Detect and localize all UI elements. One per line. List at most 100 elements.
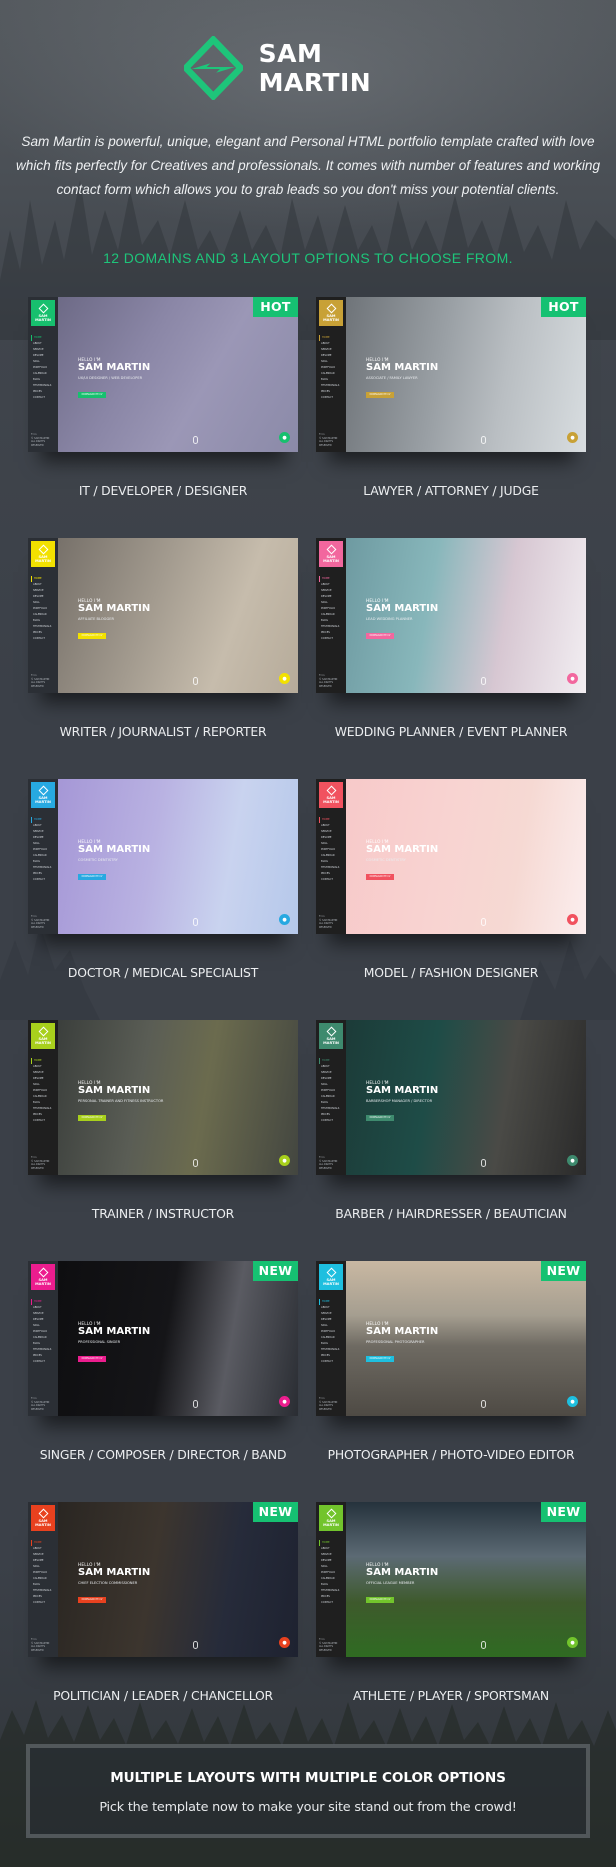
- demo-logo-diamond-icon: [38, 303, 48, 313]
- demo-hero-image: HELLO I'M SAM MARTIN BARBERSHOP MANAGER …: [346, 1020, 586, 1175]
- demo-screenshot[interactable]: HELLO I'M SAM MARTIN ASSOCIATE / FAMILY …: [316, 297, 586, 452]
- download-cv-button[interactable]: DOWNLOAD MY CV: [366, 1115, 394, 1121]
- demo-screenshot[interactable]: HELLO I'M SAM MARTIN UX/UI DESIGNER / WE…: [28, 297, 298, 452]
- demo-nav: HOME ABOUT SERVICE RESUME SKILL PORTFOLIO CALE…: [319, 576, 345, 642]
- copyright-line2: ALL RIGHTS RESERVED: [319, 440, 334, 447]
- demo-nav-item[interactable]: CONTACT: [31, 636, 57, 642]
- demo-nav-item[interactable]: CONTACT: [31, 1359, 57, 1365]
- chat-icon[interactable]: ●: [567, 432, 578, 443]
- demo-logo-line2: MARTIN: [35, 317, 51, 322]
- download-cv-button[interactable]: DOWNLOAD MY CV: [78, 392, 106, 398]
- demo-hero-text: HELLO I'M SAM MARTIN PROFESSIONAL PHOTOG…: [366, 1321, 438, 1363]
- chat-icon[interactable]: ●: [567, 1155, 578, 1166]
- download-cv-button[interactable]: DOWNLOAD MY CV: [78, 633, 106, 639]
- download-cv-button[interactable]: DOWNLOAD MY CV: [366, 1597, 394, 1603]
- demo-role: AFFILIATE BLOGGER: [78, 617, 115, 621]
- demo-nav-item[interactable]: CONTACT: [319, 636, 345, 642]
- demo-sidebar: SAM MARTIN HOME ABOUT SERVICE RESUME SKILL PO…: [28, 1502, 58, 1657]
- demo-hero-text: HELLO I'M SAM MARTIN CHIEF ELECTION COMM…: [78, 1562, 150, 1604]
- download-cv-button[interactable]: DOWNLOAD MY CV: [366, 633, 394, 639]
- demo-nav: HOME ABOUT SERVICE RESUME SKILL PORTFOLIO CALE…: [319, 1058, 345, 1124]
- demo-card[interactable]: HELLO I'M SAM MARTIN CHIEF ELECTION COMM…: [28, 1502, 298, 1657]
- download-cv-button[interactable]: DOWNLOAD MY CV: [78, 1115, 106, 1121]
- demo-label[interactable]: DOCTOR / MEDICAL SPECIALIST: [13, 965, 313, 980]
- demo-label[interactable]: BARBER / HAIRDRESSER / BEAUTICIAN: [301, 1206, 601, 1221]
- chat-icon[interactable]: ●: [279, 1155, 290, 1166]
- demo-label[interactable]: ATHLETE / PLAYER / SPORTSMAN: [301, 1688, 601, 1703]
- demo-card[interactable]: HELLO I'M SAM MARTIN BARBERSHOP MANAGER …: [316, 1020, 586, 1175]
- chat-icon[interactable]: ●: [567, 914, 578, 925]
- demo-card[interactable]: HELLO I'M SAM MARTIN COSMETIC DENTISTRY …: [316, 779, 586, 934]
- demo-nav-item[interactable]: CONTACT: [31, 1600, 57, 1606]
- demo-screenshot[interactable]: HELLO I'M SAM MARTIN COSMETIC DENTISTRY …: [316, 779, 586, 934]
- demo-screenshot[interactable]: HELLO I'M SAM MARTIN PROFESSIONAL SINGER…: [28, 1261, 298, 1416]
- chat-icon[interactable]: ●: [567, 1637, 578, 1648]
- download-cv-button[interactable]: DOWNLOAD MY CV: [78, 1597, 106, 1603]
- demo-card[interactable]: HELLO I'M SAM MARTIN PROFESSIONAL PHOTOG…: [316, 1261, 586, 1416]
- demo-card[interactable]: HELLO I'M SAM MARTIN COSMETIC DENTISTRY …: [28, 779, 298, 934]
- chat-icon[interactable]: ●: [279, 673, 290, 684]
- demo-card[interactable]: HELLO I'M SAM MARTIN OFFICIAL LEAGUE MEM…: [316, 1502, 586, 1657]
- scroll-mouse-icon: [481, 1159, 486, 1167]
- chat-icon[interactable]: ●: [279, 432, 290, 443]
- demo-sidebar: SAM MARTIN HOME ABOUT SERVICE RESUME SKILL PO…: [316, 1261, 346, 1416]
- demo-label[interactable]: TRAINER / INSTRUCTOR: [13, 1206, 313, 1221]
- demo-card[interactable]: HELLO I'M SAM MARTIN PROFESSIONAL SINGER…: [28, 1261, 298, 1416]
- download-cv-button[interactable]: DOWNLOAD MY CV: [366, 1356, 394, 1362]
- demo-nav-item[interactable]: CONTACT: [319, 1359, 345, 1365]
- demo-name: SAM MARTIN: [366, 844, 439, 855]
- demo-label[interactable]: WRITER / JOURNALIST / REPORTER: [13, 724, 313, 739]
- demo-label[interactable]: LAWYER / ATTORNEY / JUDGE: [301, 483, 601, 498]
- demo-card[interactable]: HELLO I'M SAM MARTIN AFFILIATE BLOGGER D…: [28, 538, 298, 693]
- demo-nav-item[interactable]: CONTACT: [319, 877, 345, 883]
- chat-icon[interactable]: ●: [567, 1396, 578, 1407]
- demo-card[interactable]: HELLO I'M SAM MARTIN ASSOCIATE / FAMILY …: [316, 297, 586, 452]
- demo-screenshot[interactable]: HELLO I'M SAM MARTIN PERSONAL TRAINER AN…: [28, 1020, 298, 1175]
- download-cv-button[interactable]: DOWNLOAD MY CV: [78, 874, 106, 880]
- new-badge: NEW: [253, 1502, 298, 1522]
- chat-icon[interactable]: ●: [279, 914, 290, 925]
- demo-label[interactable]: WEDDING PLANNER / EVENT PLANNER: [301, 724, 601, 739]
- chat-icon[interactable]: ●: [279, 1637, 290, 1648]
- new-badge: NEW: [253, 1261, 298, 1281]
- demo-sidebar: SAM MARTIN HOME ABOUT SERVICE RESUME SKILL PO…: [316, 297, 346, 452]
- demo-name: SAM MARTIN: [366, 1567, 439, 1578]
- download-cv-button[interactable]: DOWNLOAD MY CV: [366, 392, 394, 398]
- demo-sidebar-footer: f t in © SAM MARTIN ALL RIGHTS RESERVED: [31, 915, 55, 929]
- demo-screenshot[interactable]: HELLO I'M SAM MARTIN LEAD WEDDING PLANNE…: [316, 538, 586, 693]
- demo-nav-item[interactable]: CONTACT: [31, 877, 57, 883]
- demo-nav: HOME ABOUT SERVICE RESUME SKILL PORTFOLIO CALE…: [31, 335, 57, 401]
- demo-label[interactable]: SINGER / COMPOSER / DIRECTOR / BAND: [13, 1447, 313, 1462]
- demo-sidebar: SAM MARTIN HOME ABOUT SERVICE RESUME SKILL PO…: [316, 779, 346, 934]
- demo-nav-item[interactable]: CONTACT: [319, 1118, 345, 1124]
- demo-card[interactable]: HELLO I'M SAM MARTIN LEAD WEDDING PLANNE…: [316, 538, 586, 693]
- demo-screenshot[interactable]: HELLO I'M SAM MARTIN PROFESSIONAL PHOTOG…: [316, 1261, 586, 1416]
- copyright-line2: ALL RIGHTS RESERVED: [319, 922, 334, 929]
- demo-screenshot[interactable]: HELLO I'M SAM MARTIN BARBERSHOP MANAGER …: [316, 1020, 586, 1175]
- chat-icon[interactable]: ●: [279, 1396, 290, 1407]
- demo-label[interactable]: MODEL / FASHION DESIGNER: [301, 965, 601, 980]
- demo-nav-item[interactable]: CONTACT: [319, 1600, 345, 1606]
- demo-screenshot[interactable]: HELLO I'M SAM MARTIN AFFILIATE BLOGGER D…: [28, 538, 298, 693]
- demo-name: SAM MARTIN: [366, 1085, 439, 1096]
- chat-icon[interactable]: ●: [567, 673, 578, 684]
- demo-screenshot[interactable]: HELLO I'M SAM MARTIN OFFICIAL LEAGUE MEM…: [316, 1502, 586, 1657]
- demo-logo: SAM MARTIN: [31, 1023, 55, 1049]
- cta-title: MULTIPLE LAYOUTS WITH MULTIPLE COLOR OPT…: [110, 1770, 506, 1786]
- demo-nav-item[interactable]: CONTACT: [31, 395, 57, 401]
- demo-logo-line2: MARTIN: [35, 799, 51, 804]
- demo-label[interactable]: PHOTOGRAPHER / PHOTO-VIDEO EDITOR: [301, 1447, 601, 1462]
- download-cv-button[interactable]: DOWNLOAD MY CV: [78, 1356, 106, 1362]
- demo-label[interactable]: POLITICIAN / LEADER / CHANCELLOR: [13, 1688, 313, 1703]
- demo-hero-text: HELLO I'M SAM MARTIN OFFICIAL LEAGUE MEM…: [366, 1562, 438, 1604]
- demo-card[interactable]: HELLO I'M SAM MARTIN UX/UI DESIGNER / WE…: [28, 297, 298, 452]
- hot-badge: HOT: [541, 297, 586, 317]
- demo-screenshot[interactable]: HELLO I'M SAM MARTIN COSMETIC DENTISTRY …: [28, 779, 298, 934]
- demo-nav-item[interactable]: CONTACT: [319, 395, 345, 401]
- demo-nav-item[interactable]: CONTACT: [31, 1118, 57, 1124]
- demo-hero-image: HELLO I'M SAM MARTIN UX/UI DESIGNER / WE…: [58, 297, 298, 452]
- download-cv-button[interactable]: DOWNLOAD MY CV: [366, 874, 394, 880]
- demo-card[interactable]: HELLO I'M SAM MARTIN PERSONAL TRAINER AN…: [28, 1020, 298, 1175]
- demo-screenshot[interactable]: HELLO I'M SAM MARTIN CHIEF ELECTION COMM…: [28, 1502, 298, 1657]
- demo-label[interactable]: IT / DEVELOPER / DESIGNER: [13, 483, 313, 498]
